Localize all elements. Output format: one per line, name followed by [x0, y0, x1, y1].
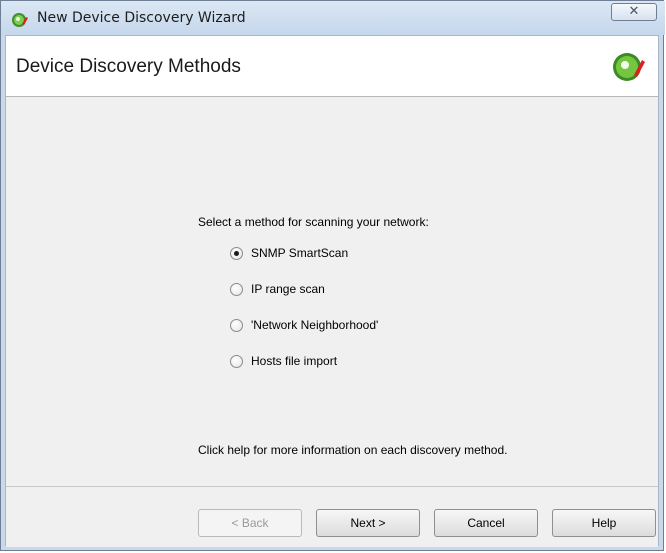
- next-button[interactable]: Next >: [316, 509, 420, 537]
- title-bar[interactable]: New Device Discovery Wizard ✕: [1, 1, 665, 35]
- app-icon: [11, 10, 29, 28]
- radio-button[interactable]: [230, 282, 243, 296]
- wizard-content: Select a method for scanning your networ…: [6, 97, 658, 487]
- method-prompt: Select a method for scanning your networ…: [198, 215, 429, 229]
- wizard-header: Device Discovery Methods: [6, 36, 658, 97]
- radio-button-selected[interactable]: [230, 246, 243, 260]
- option-label: Hosts file import: [251, 354, 338, 368]
- wizard-window: New Device Discovery Wizard ✕ Device Dis…: [0, 0, 665, 551]
- page-title: Device Discovery Methods: [16, 56, 241, 77]
- back-button[interactable]: < Back: [198, 509, 302, 537]
- help-hint-text: Click help for more information on each …: [198, 443, 508, 457]
- option-label: SNMP SmartScan: [251, 246, 349, 260]
- option-snmp-smartscan[interactable]: SNMP SmartScan: [230, 246, 348, 260]
- close-button[interactable]: ✕: [611, 3, 657, 21]
- wizard-client-area: Device Discovery Methods Select a method…: [5, 35, 659, 547]
- option-label: IP range scan: [251, 282, 325, 296]
- help-button[interactable]: Help: [552, 509, 656, 537]
- option-hosts-file-import[interactable]: Hosts file import: [230, 354, 337, 368]
- window-title: New Device Discovery Wizard: [37, 10, 246, 26]
- radio-button[interactable]: [230, 354, 243, 368]
- radio-button[interactable]: [230, 318, 243, 332]
- close-icon: ✕: [628, 3, 640, 18]
- wizard-footer: < Back Next > Cancel Help: [6, 486, 658, 547]
- option-label: 'Network Neighborhood': [251, 318, 379, 332]
- option-ip-range-scan[interactable]: IP range scan: [230, 282, 325, 296]
- cancel-button[interactable]: Cancel: [434, 509, 538, 537]
- option-network-neighborhood[interactable]: 'Network Neighborhood': [230, 318, 378, 332]
- discovery-icon: [612, 49, 646, 83]
